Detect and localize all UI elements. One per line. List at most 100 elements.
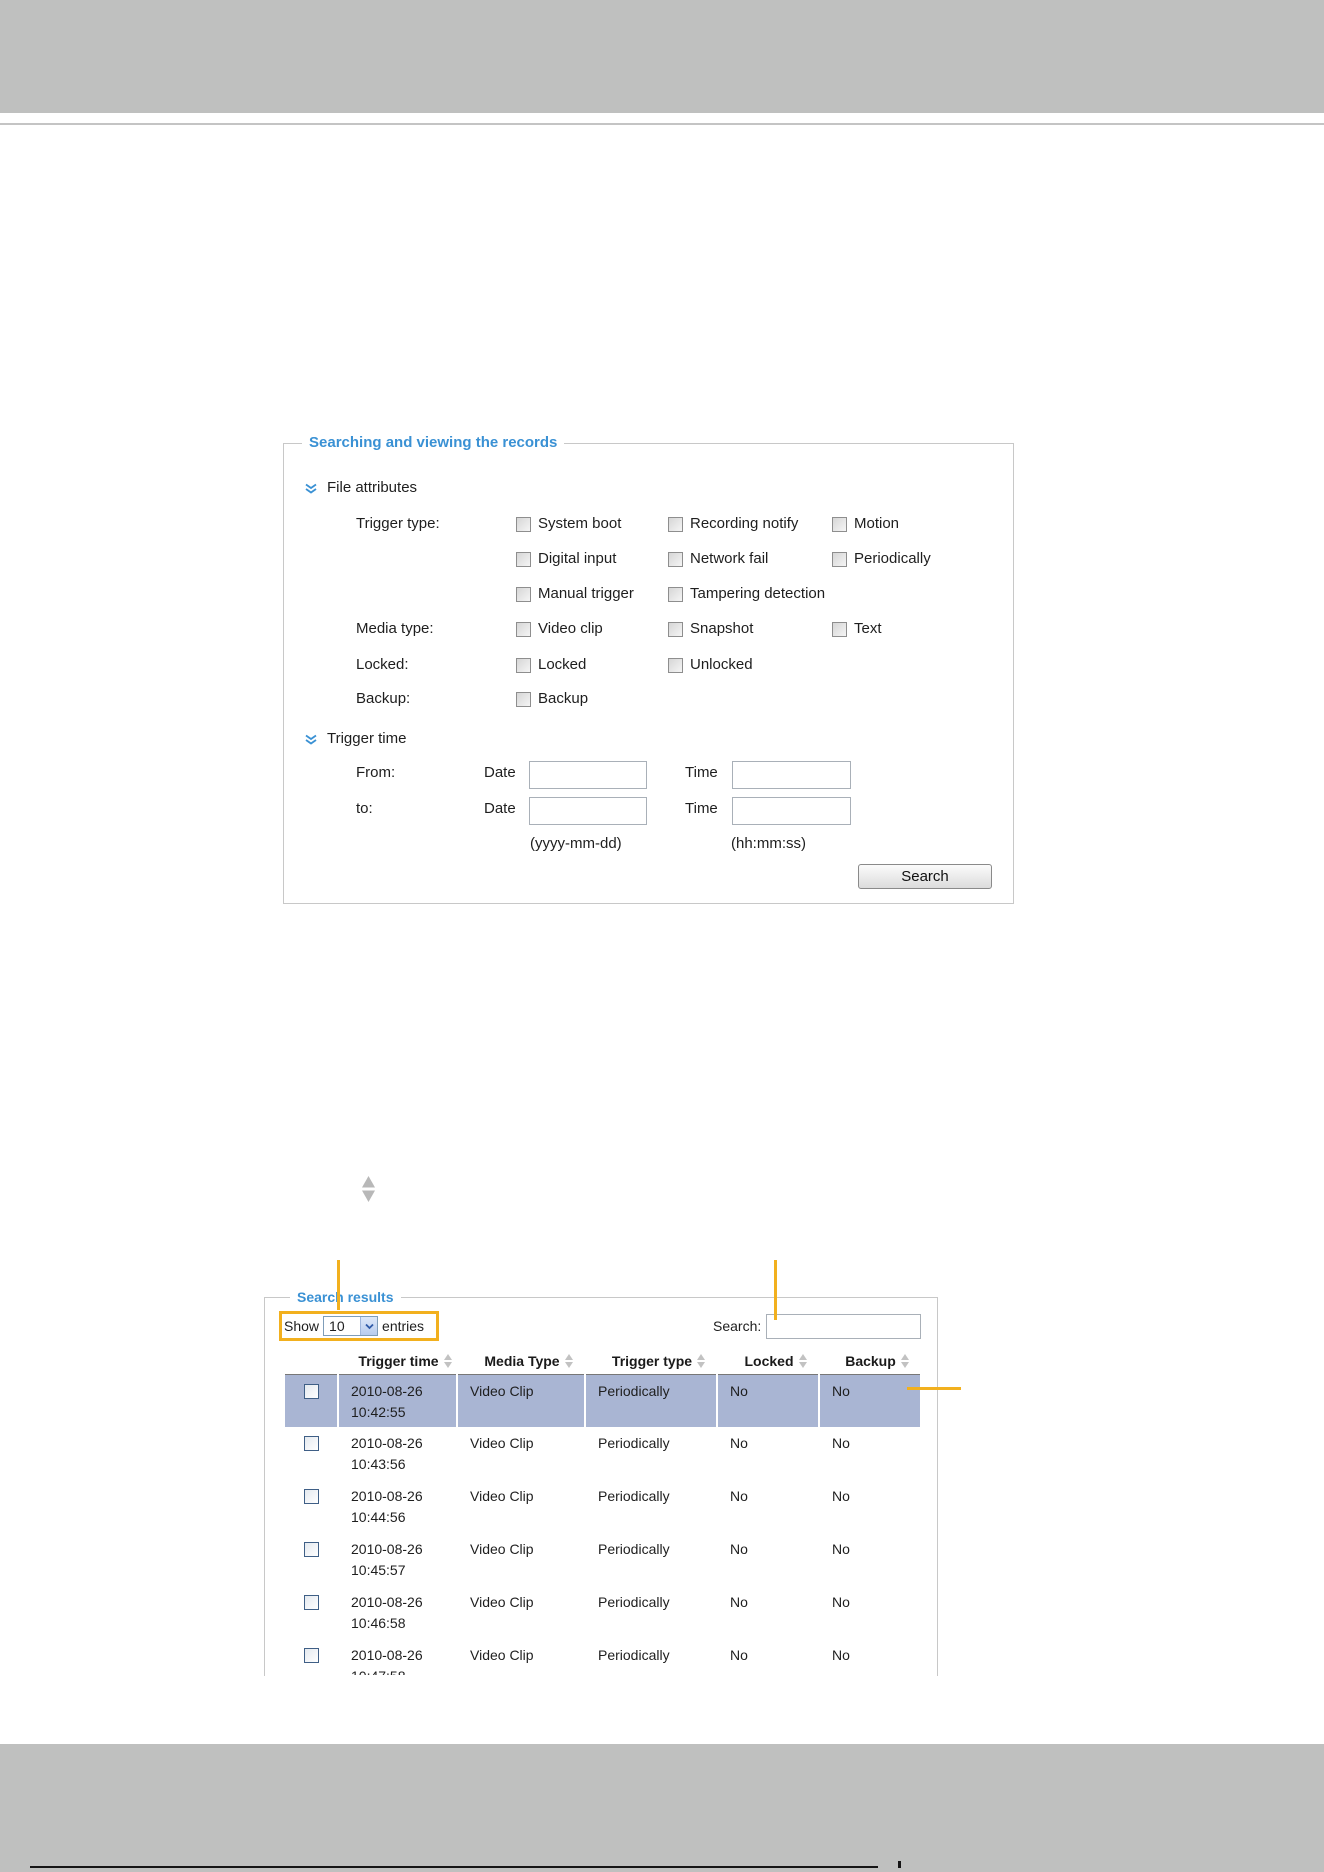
media-option-snapshot[interactable]: Snapshot: [668, 620, 753, 638]
row-select-checkbox[interactable]: [303, 1648, 319, 1663]
page-header-band: [0, 0, 1324, 113]
network-fail-checkbox[interactable]: [668, 551, 683, 567]
column-header-trigger-time[interactable]: Trigger time: [338, 1348, 457, 1375]
row-select-cell: [285, 1480, 338, 1533]
trigger-type-cell: Periodically: [584, 1533, 717, 1586]
text-checkbox[interactable]: [832, 621, 847, 637]
periodically-label: Periodically: [854, 550, 931, 567]
trigger-option-tampering-detection[interactable]: Tampering detection: [668, 585, 825, 603]
trigger-time-cell: 2010-08-26 10:44:56: [337, 1480, 457, 1533]
digital-input-checkbox[interactable]: [516, 551, 531, 567]
from-time-input[interactable]: [732, 761, 851, 789]
file-attributes-section-toggle[interactable]: File attributes: [304, 479, 417, 497]
to-date-input[interactable]: [529, 797, 647, 825]
trigger-clock: 10:47:58: [351, 1666, 456, 1675]
trigger-option-manual-trigger[interactable]: Manual trigger: [516, 585, 634, 603]
row-select-checkbox[interactable]: [303, 1489, 319, 1504]
trigger-option-system-boot[interactable]: System boot: [516, 515, 621, 533]
trigger-option-network-fail[interactable]: Network fail: [668, 550, 768, 568]
row-select-cell: [285, 1639, 338, 1675]
search-filter-callout-line: [774, 1260, 777, 1320]
locked-cell: No: [716, 1533, 819, 1586]
backup-option-backup[interactable]: Backup: [516, 690, 588, 708]
table-row[interactable]: 2010-08-26 10:44:56 Video Clip Periodical…: [285, 1480, 920, 1533]
backup-cell: No: [818, 1586, 920, 1639]
backup-cell: No: [818, 1639, 920, 1675]
trigger-date: 2010-08-26: [351, 1488, 423, 1504]
media-option-video-clip[interactable]: Video clip: [516, 620, 603, 638]
trigger-time-cell: 2010-08-26 10:47:58: [337, 1639, 457, 1675]
chevron-down-icon[interactable]: [360, 1317, 378, 1335]
column-header-backup[interactable]: Backup: [819, 1348, 920, 1375]
column-header-locked[interactable]: Locked: [717, 1348, 819, 1375]
locked-cell: No: [716, 1374, 819, 1427]
manual-trigger-checkbox[interactable]: [516, 586, 531, 602]
trigger-date: 2010-08-26: [351, 1382, 423, 1399]
column-header-media-type[interactable]: Media Type: [457, 1348, 585, 1375]
media-type-cell: Video Clip: [456, 1427, 585, 1480]
row-select-checkbox[interactable]: [303, 1542, 319, 1557]
trigger-clock: 10:45:57: [351, 1562, 406, 1578]
recording-notify-checkbox[interactable]: [668, 516, 683, 532]
table-row[interactable]: 2010-08-26 10:43:56 Video Clip Periodical…: [285, 1427, 920, 1480]
show-entries-callout-line: [337, 1260, 340, 1310]
system-boot-checkbox[interactable]: [516, 516, 531, 532]
motion-checkbox[interactable]: [832, 516, 847, 532]
trigger-option-digital-input[interactable]: Digital input: [516, 550, 616, 568]
snapshot-checkbox[interactable]: [668, 621, 683, 637]
table-row[interactable]: 2010-08-26 10:42:55 Video Clip Periodical…: [285, 1374, 920, 1427]
to-time-input[interactable]: [732, 797, 851, 825]
page-size-select[interactable]: 10: [323, 1316, 379, 1336]
locked-option-label: Locked: [538, 656, 587, 673]
locked-option-locked[interactable]: Locked: [516, 656, 586, 674]
tampering-detection-checkbox[interactable]: [668, 586, 683, 602]
backup-checkbox[interactable]: [516, 691, 531, 707]
table-row[interactable]: 2010-08-26 10:47:58 Video Clip Periodical…: [285, 1639, 920, 1675]
results-search-input[interactable]: [766, 1314, 921, 1339]
locked-checkbox[interactable]: [516, 657, 531, 673]
search-button[interactable]: Search: [858, 864, 992, 889]
to-label: to:: [356, 800, 373, 817]
from-date-input[interactable]: [529, 761, 647, 789]
trigger-date: 2010-08-26: [351, 1594, 423, 1610]
media-type-cell: Video Clip: [456, 1639, 585, 1675]
video-clip-label: Video clip: [538, 620, 603, 637]
tampering-detection-label: Tampering detection: [690, 585, 826, 602]
media-type-label: Media type:: [356, 620, 434, 637]
motion-label: Motion: [854, 515, 900, 532]
video-clip-checkbox[interactable]: [516, 621, 531, 637]
entries-label: entries: [382, 1318, 425, 1334]
column-title: Trigger time: [358, 1352, 439, 1369]
sort-icon: [443, 1353, 452, 1368]
table-row[interactable]: 2010-08-26 10:46:58 Video Clip Periodical…: [285, 1586, 920, 1639]
date-format-hint: (yyyy-mm-dd): [530, 835, 622, 852]
locked-label: Locked:: [356, 656, 409, 673]
table-row[interactable]: 2010-08-26 10:45:57 Video Clip Periodical…: [285, 1533, 920, 1586]
file-attributes-title: File attributes: [327, 479, 418, 496]
row-select-checkbox[interactable]: [303, 1436, 319, 1451]
trigger-option-motion[interactable]: Motion: [832, 515, 899, 533]
periodically-checkbox[interactable]: [832, 551, 847, 567]
trigger-time-cell: 2010-08-26 10:42:55: [337, 1374, 457, 1427]
search-results-panel: Search results Show 10 entries Search: T…: [264, 1287, 938, 1676]
snapshot-label: Snapshot: [690, 620, 754, 637]
unlocked-checkbox[interactable]: [668, 657, 683, 673]
locked-option-unlocked[interactable]: Unlocked: [668, 656, 753, 674]
time-format-hint: (hh:mm:ss): [731, 835, 806, 852]
trigger-type-label: Trigger type:: [356, 515, 440, 532]
trigger-date: 2010-08-26: [351, 1647, 423, 1663]
trigger-type-cell: Periodically: [584, 1480, 717, 1533]
network-fail-label: Network fail: [690, 550, 769, 567]
media-option-text[interactable]: Text: [832, 620, 882, 638]
row-select-checkbox[interactable]: [303, 1595, 319, 1610]
column-header-trigger-type[interactable]: Trigger type: [585, 1348, 717, 1375]
trigger-option-recording-notify[interactable]: Recording notify: [668, 515, 798, 533]
column-title: Media Type: [484, 1352, 560, 1369]
locked-cell: No: [716, 1586, 819, 1639]
trigger-clock: 10:43:56: [351, 1456, 406, 1472]
results-table: Trigger time Media Type Trigger type Loc…: [285, 1348, 920, 1675]
row-select-checkbox[interactable]: [303, 1383, 319, 1399]
trigger-option-periodically[interactable]: Periodically: [832, 550, 931, 568]
sort-icon: [697, 1353, 706, 1368]
trigger-time-section-toggle[interactable]: Trigger time: [304, 730, 406, 748]
